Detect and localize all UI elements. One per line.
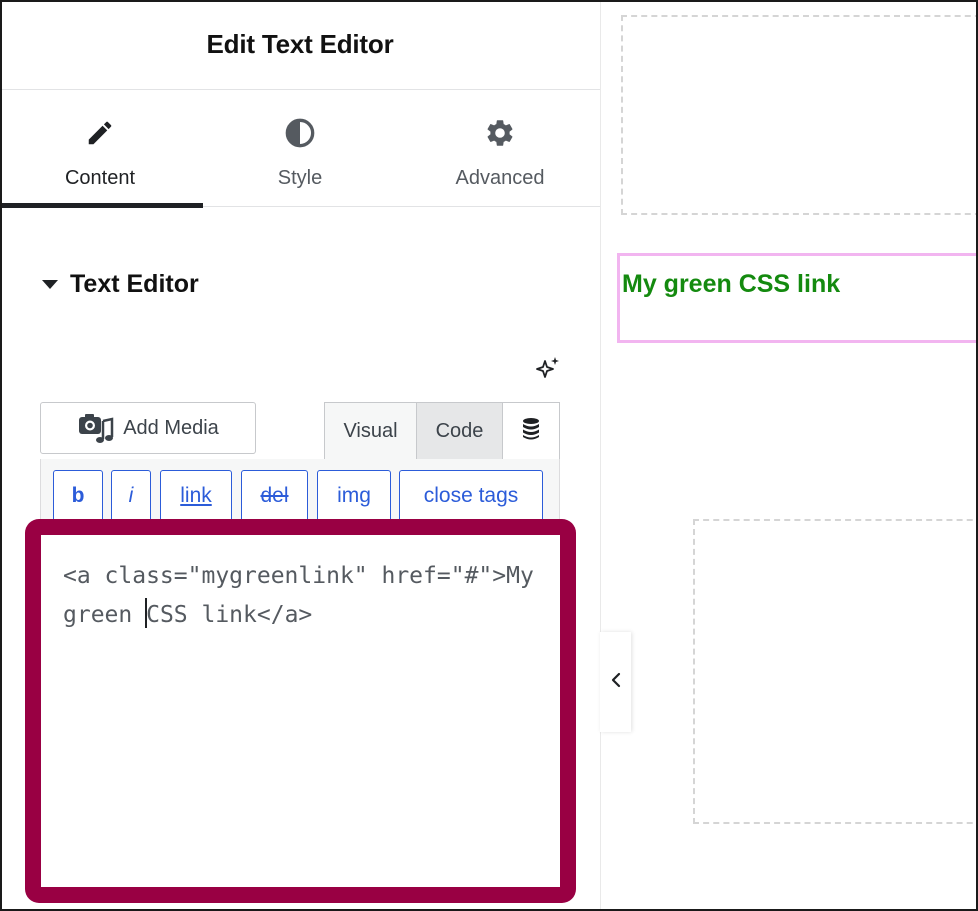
preview-canvas: My green CSS link (600, 0, 978, 911)
add-media-button[interactable]: Add Media (40, 402, 256, 454)
code-content: <a class="mygreenlink" href="#">My green… (63, 557, 538, 635)
visual-tab[interactable]: Visual (325, 403, 417, 460)
collapse-panel-button[interactable] (600, 632, 631, 732)
caret-down-icon (42, 280, 58, 289)
editor-mode-tabs: Visual Code (324, 402, 560, 460)
green-css-link[interactable]: My green CSS link (622, 270, 840, 299)
image-button[interactable]: img (317, 470, 391, 522)
editor-panel: Edit Text Editor Content Style Advanced … (0, 0, 600, 911)
code-text-after-cursor: CSS link</a> (146, 602, 313, 628)
tab-style-label: Style (277, 167, 323, 189)
selected-text-widget[interactable]: My green CSS link (617, 253, 978, 343)
tab-content-label: Content (64, 167, 136, 189)
tab-style[interactable]: Style (200, 91, 400, 207)
panel-header: Edit Text Editor (0, 0, 600, 90)
add-media-label: Add Media (123, 416, 219, 439)
empty-section-placeholder[interactable] (621, 15, 978, 215)
link-button[interactable]: link (160, 470, 232, 522)
delete-button[interactable]: del (241, 470, 308, 522)
camera-music-icon (77, 411, 115, 445)
pencil-icon (84, 117, 116, 149)
close-tags-button[interactable]: close tags (399, 470, 543, 522)
quicktags-toolbar: b i link del img close tags (40, 459, 560, 522)
database-icon (521, 417, 541, 447)
dynamic-tags-button[interactable] (503, 403, 559, 460)
tab-advanced-label: Advanced (455, 167, 545, 189)
panel-tabs: Content Style Advanced (0, 91, 600, 208)
section-toggle[interactable]: Text Editor (42, 270, 199, 299)
sparkle-icon[interactable] (535, 355, 561, 381)
gear-icon (484, 117, 516, 149)
section-title: Text Editor (70, 270, 199, 298)
code-editor-textarea[interactable]: <a class="mygreenlink" href="#">My green… (41, 535, 560, 887)
panel-title: Edit Text Editor (206, 29, 394, 59)
tab-advanced[interactable]: Advanced (400, 91, 600, 207)
chevron-left-icon (610, 671, 622, 694)
highlight-frame: <a class="mygreenlink" href="#">My green… (25, 519, 576, 903)
bold-button[interactable]: b (53, 470, 103, 522)
italic-button[interactable]: i (111, 470, 151, 522)
code-tab[interactable]: Code (417, 403, 503, 460)
half-circle-icon (284, 117, 316, 149)
empty-section-placeholder[interactable] (693, 519, 978, 824)
tab-content[interactable]: Content (0, 91, 203, 208)
